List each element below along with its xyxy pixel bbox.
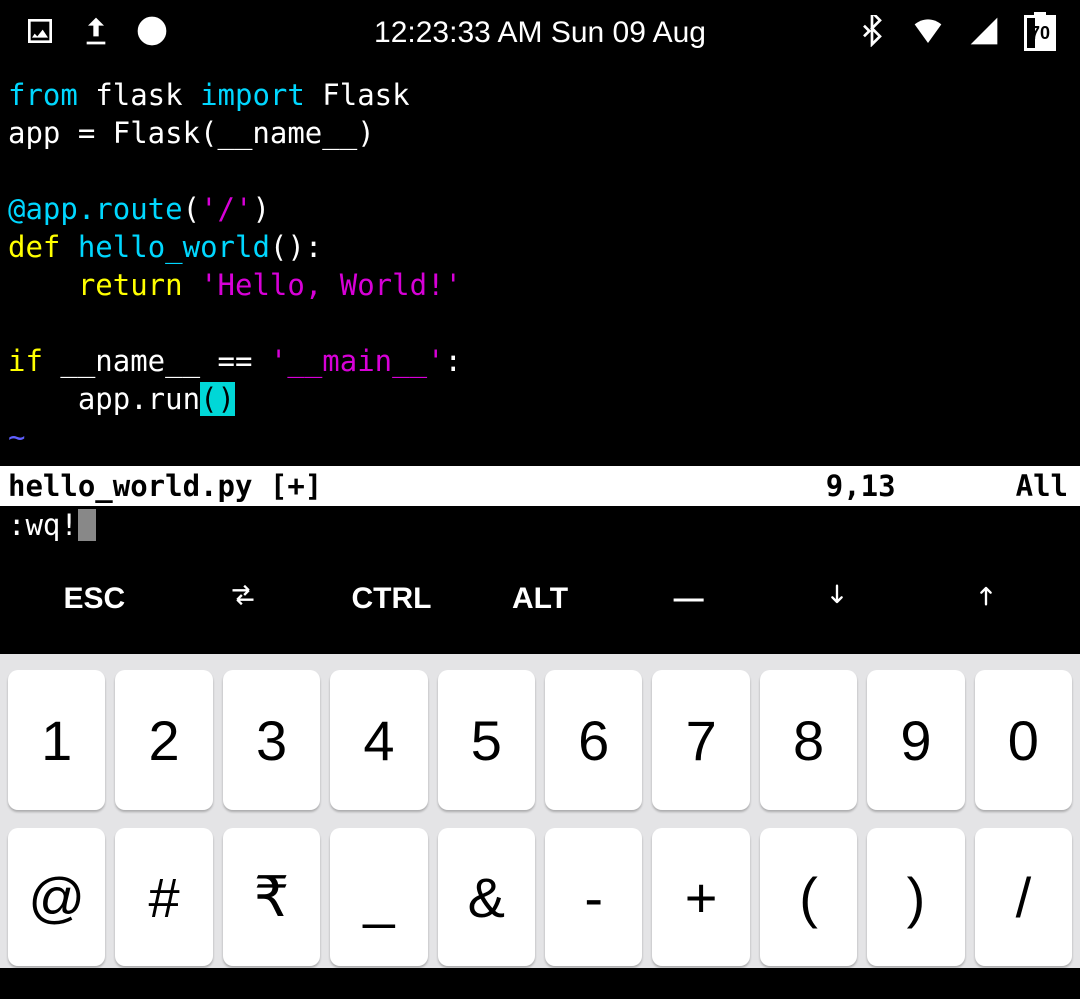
- key-5[interactable]: 5: [438, 670, 535, 810]
- key-minus[interactable]: -: [545, 828, 642, 966]
- up-arrow-key[interactable]: [911, 581, 1060, 617]
- vim-command-line[interactable]: :wq!: [0, 506, 1080, 544]
- key-underscore[interactable]: _: [330, 828, 427, 966]
- key-7[interactable]: 7: [652, 670, 749, 810]
- code-keyword: import: [200, 78, 305, 112]
- key-1[interactable]: 1: [8, 670, 105, 810]
- code-string: 'Hello, World!': [200, 268, 462, 302]
- ctrl-key[interactable]: CTRL: [317, 582, 466, 616]
- alt-key[interactable]: ALT: [466, 582, 615, 616]
- key-slash[interactable]: /: [975, 828, 1072, 966]
- key-rupee[interactable]: ₹: [223, 828, 320, 966]
- key-rparen[interactable]: ): [867, 828, 964, 966]
- vim-filename: hello_world.py [+]: [8, 469, 826, 503]
- signal-icon: [968, 15, 1000, 52]
- upload-icon: [80, 15, 112, 52]
- key-0[interactable]: 0: [975, 670, 1072, 810]
- esc-key[interactable]: ESC: [20, 582, 169, 616]
- image-icon: [24, 15, 56, 52]
- code-string: '/': [200, 192, 252, 226]
- vim-cursor-position: 9,13: [826, 469, 1016, 503]
- wifi-icon: [912, 15, 944, 52]
- code-keyword: if: [8, 344, 43, 378]
- key-ampersand[interactable]: &: [438, 828, 535, 966]
- bluetooth-icon: [856, 15, 888, 52]
- keyboard-row-2: @ # ₹ _ & - + ( ) /: [8, 828, 1072, 966]
- command-cursor: [78, 509, 96, 541]
- editor-cursor: (): [200, 382, 235, 416]
- battery-icon: 70: [1024, 15, 1056, 51]
- vim-status-line: hello_world.py [+] 9,13 All: [0, 466, 1080, 506]
- code-funcname: hello_world: [60, 230, 270, 264]
- android-status-bar: 12:23:33 AM Sun 09 Aug 70: [0, 0, 1080, 66]
- editor-code-area[interactable]: from flask import Flask app = Flask(__na…: [0, 66, 1080, 466]
- key-lparen[interactable]: (: [760, 828, 857, 966]
- key-3[interactable]: 3: [223, 670, 320, 810]
- vim-scroll-percent: All: [1016, 469, 1072, 503]
- keyboard-row-1: 1 2 3 4 5 6 7 8 9 0: [8, 670, 1072, 810]
- terminal-icon: [136, 15, 168, 52]
- key-at[interactable]: @: [8, 828, 105, 966]
- code-decorator: @app.route: [8, 192, 183, 226]
- key-hash[interactable]: #: [115, 828, 212, 966]
- key-2[interactable]: 2: [115, 670, 212, 810]
- dash-key[interactable]: —: [614, 582, 763, 616]
- status-time: 12:23:33 AM Sun 09 Aug: [374, 16, 706, 50]
- status-icons-left: [24, 15, 168, 52]
- status-icons-right: 70: [856, 15, 1056, 52]
- termux-extra-keys: ESC CTRL ALT —: [0, 544, 1080, 654]
- key-8[interactable]: 8: [760, 670, 857, 810]
- key-4[interactable]: 4: [330, 670, 427, 810]
- code-string: '__main__': [270, 344, 445, 378]
- vim-command-text: :wq!: [8, 508, 78, 542]
- code-keyword: from: [8, 78, 78, 112]
- code-keyword: def: [8, 230, 60, 264]
- key-6[interactable]: 6: [545, 670, 642, 810]
- tab-key[interactable]: [169, 581, 318, 617]
- code-keyword: return: [78, 268, 183, 302]
- key-plus[interactable]: +: [652, 828, 749, 966]
- vim-tilde: ~: [8, 420, 25, 454]
- key-9[interactable]: 9: [867, 670, 964, 810]
- down-arrow-key[interactable]: [763, 581, 912, 617]
- soft-keyboard: 1 2 3 4 5 6 7 8 9 0 @ # ₹ _ & - + ( ) /: [0, 654, 1080, 968]
